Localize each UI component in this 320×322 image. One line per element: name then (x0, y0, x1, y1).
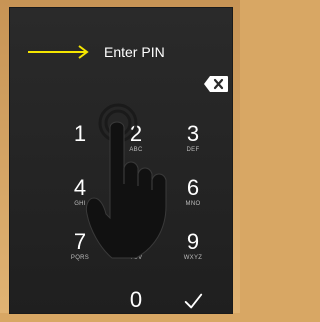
page-title: Enter PIN (104, 44, 165, 60)
key-digit: 9 (186, 229, 200, 254)
backspace-button[interactable] (203, 75, 229, 93)
key-digit: 8 (129, 229, 143, 254)
key-digit: 4 (73, 175, 87, 200)
backspace-icon (204, 76, 228, 92)
key-letters: TUV (129, 255, 143, 261)
key-digit: 2 (129, 121, 143, 146)
key-letters: ABC (129, 147, 143, 153)
key-digit: 3 (186, 121, 200, 146)
key-2[interactable]: 2 ABC (111, 118, 161, 160)
pin-header: Enter PIN (26, 42, 206, 62)
key-letters: WXYZ (183, 255, 203, 261)
key-letters: PQRS (70, 255, 90, 261)
confirm-button[interactable] (168, 280, 218, 322)
key-7[interactable]: 7 PQRS (55, 226, 105, 268)
key-letters: MNO (185, 201, 201, 207)
key-9[interactable]: 9 WXYZ (168, 226, 218, 268)
key-letters: GHI (74, 201, 86, 207)
key-letters: DEF (186, 147, 200, 153)
key-digit: 1 (73, 121, 87, 146)
check-icon (184, 293, 203, 309)
key-digit: 0 (129, 287, 143, 312)
key-8[interactable]: 8 TUV (111, 226, 161, 268)
key-5[interactable]: 5 JKL (111, 172, 161, 214)
key-digit: 5 (129, 175, 143, 200)
key-digit: 6 (186, 175, 200, 200)
arrow-right-icon (28, 45, 89, 59)
key-4[interactable]: 4 GHI (55, 172, 105, 214)
device-frame: Enter PIN 1 2 ABC 3 DEF 4 GHI 5 JKL 6 MN… (0, 0, 240, 313)
key-0[interactable]: 0 (111, 280, 161, 322)
key-1[interactable]: 1 (55, 118, 105, 160)
pin-entry-panel: Enter PIN 1 2 ABC 3 DEF 4 GHI 5 JKL 6 MN… (10, 8, 232, 313)
key-letters: JKL (130, 201, 142, 207)
key-6[interactable]: 6 MNO (168, 172, 218, 214)
key-3[interactable]: 3 DEF (168, 118, 218, 160)
key-digit: 7 (73, 229, 87, 254)
